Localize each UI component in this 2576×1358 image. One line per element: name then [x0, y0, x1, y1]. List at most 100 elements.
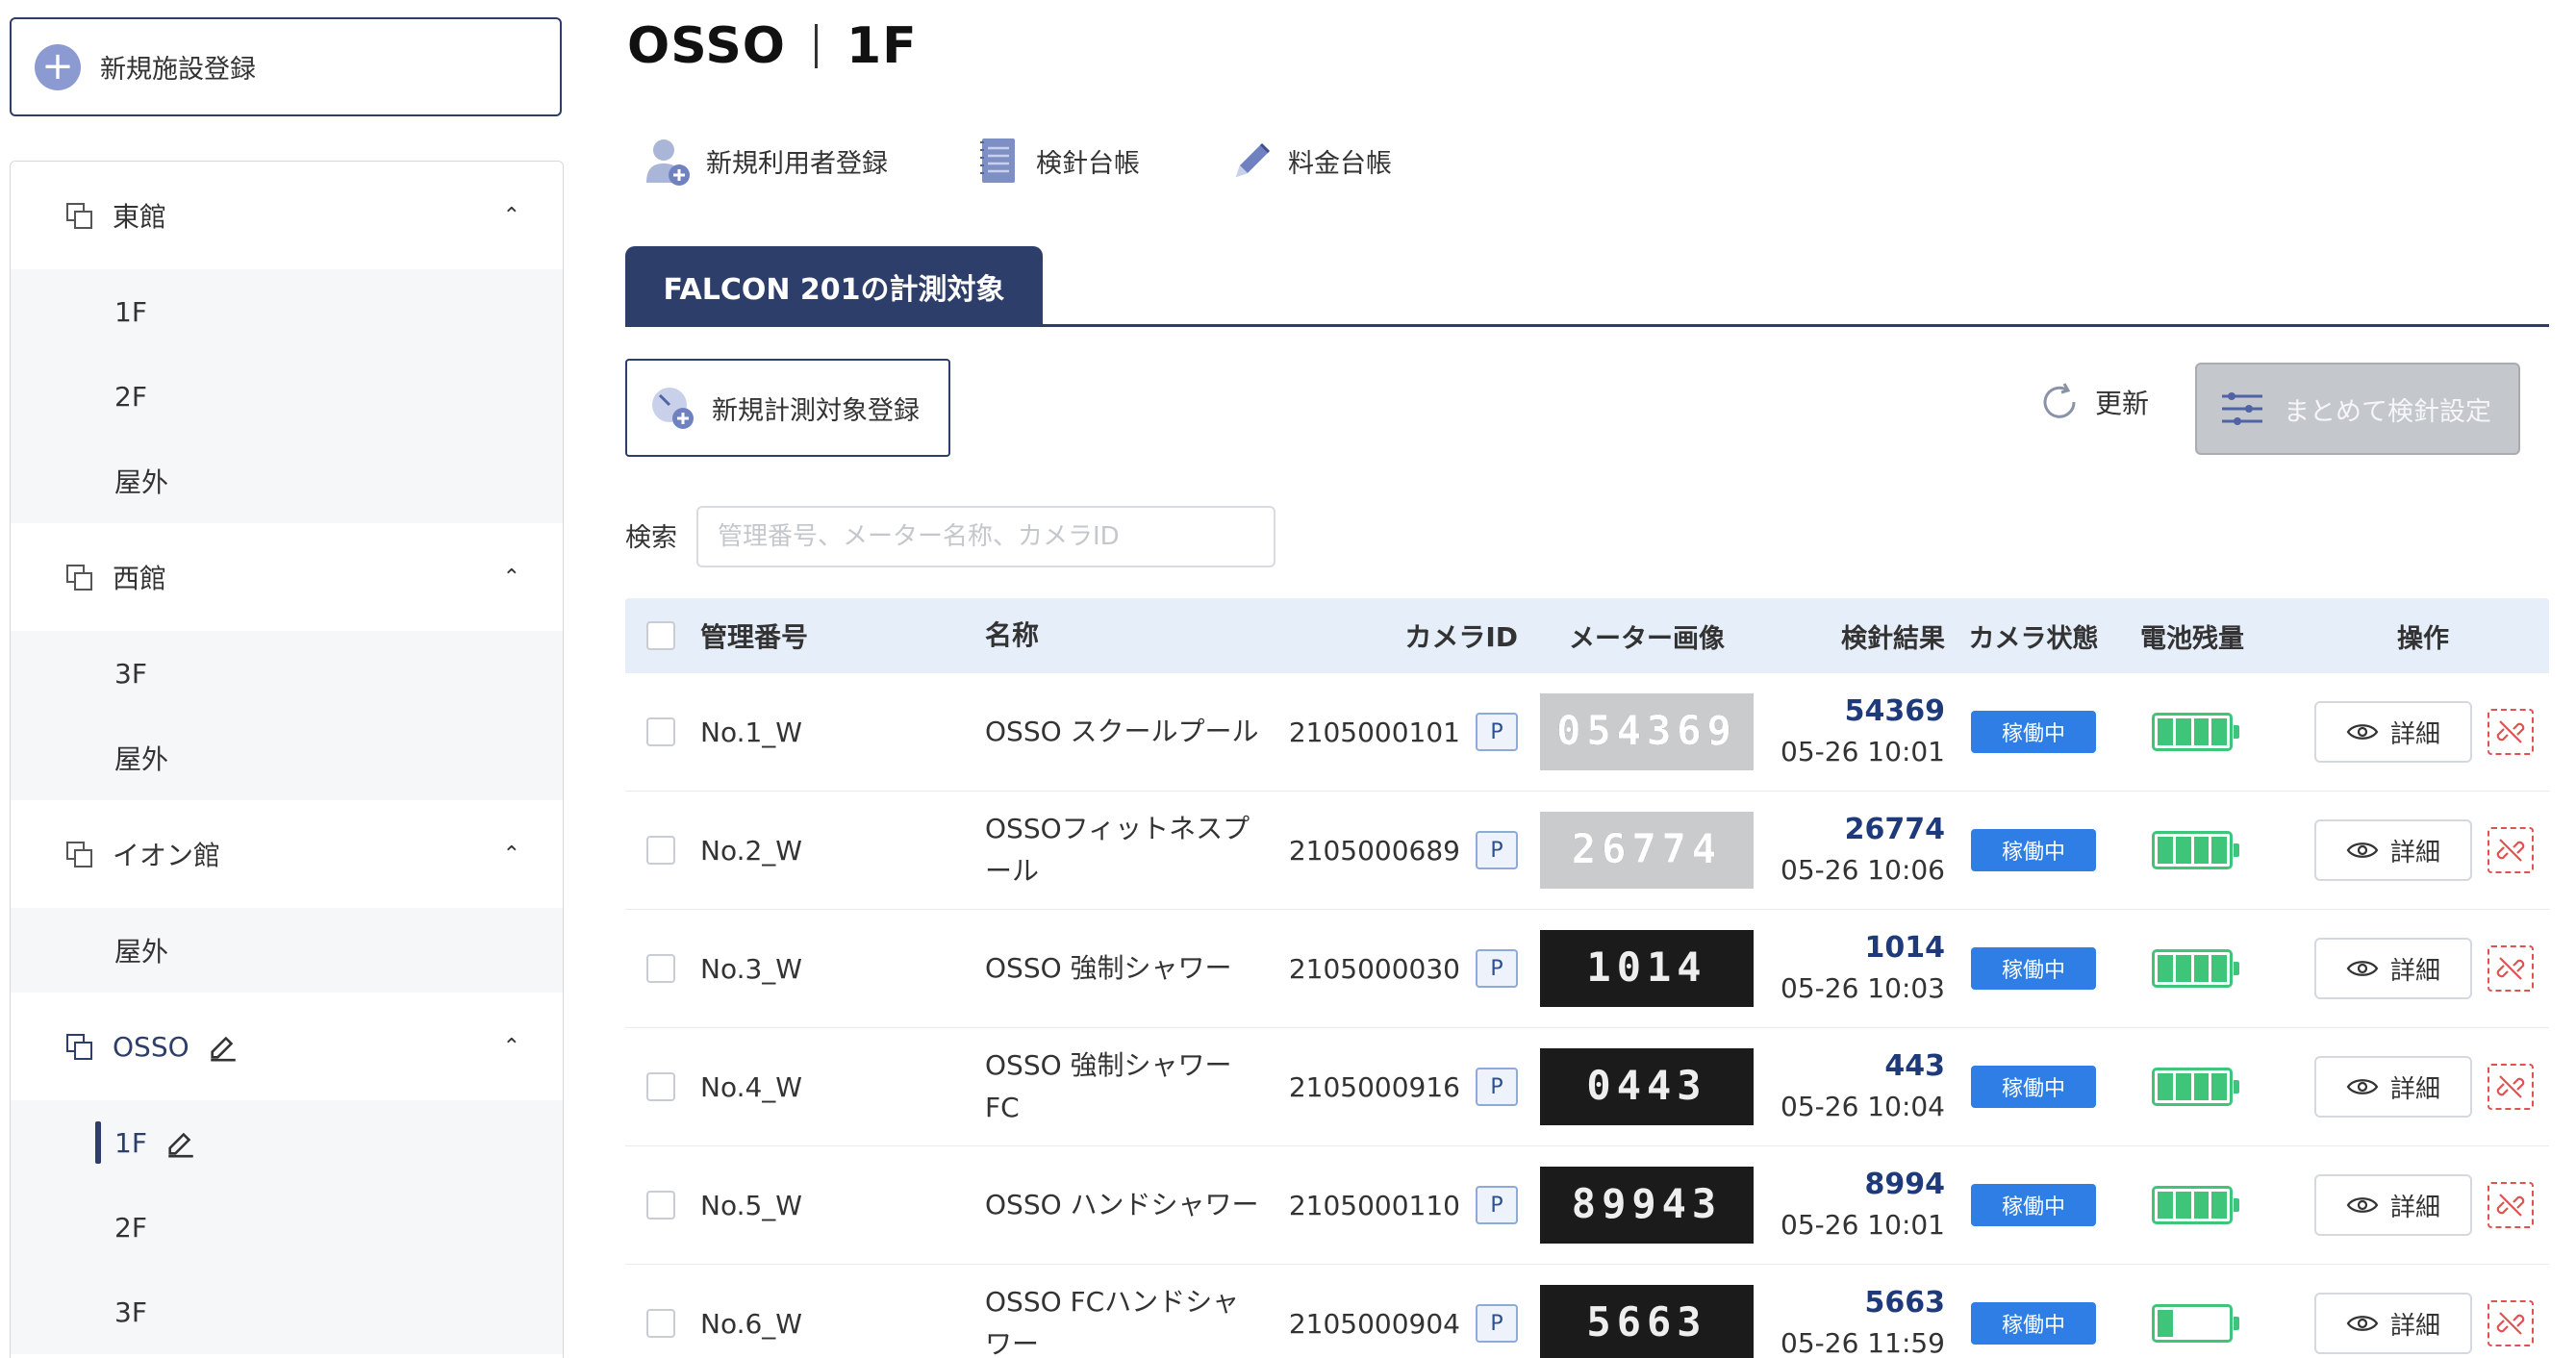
row-checkbox[interactable] [646, 1309, 675, 1338]
meter-image[interactable]: 054369 [1540, 693, 1754, 770]
select-all-checkbox[interactable] [646, 621, 675, 650]
edit-pencil-icon[interactable] [164, 1126, 197, 1159]
reading-value[interactable]: 443 [1760, 1046, 1945, 1087]
tree-item-floor[interactable]: 屋外 [11, 908, 563, 993]
new-target-label: 新規計測対象登録 [712, 395, 920, 426]
column-header: 名称 [985, 619, 1040, 651]
title-divider [814, 24, 818, 68]
page-title: OSSO 1F [627, 17, 918, 75]
tree-item-floor[interactable]: 2F [11, 354, 563, 439]
tree-group-west[interactable]: 西館 ⌃ [11, 523, 563, 631]
refresh-label: 更新 [2095, 388, 2150, 419]
new-user-button[interactable]: 新規利用者登録 [644, 135, 888, 187]
search-input[interactable] [696, 506, 1275, 567]
new-user-label: 新規利用者登録 [706, 148, 888, 179]
tree-item-floor-active[interactable]: 1F [11, 1100, 563, 1185]
chevron-up-icon[interactable]: ⌃ [503, 204, 520, 228]
reading-result: 5663 05-26 11:59 [1760, 1283, 1957, 1358]
reading-value[interactable]: 1014 [1760, 928, 1946, 968]
bulk-meter-settings-button[interactable]: まとめて検針設定 [2195, 363, 2520, 455]
column-header: カメラID [1404, 621, 1518, 653]
new-target-button[interactable]: 新規計測対象登録 [625, 359, 950, 457]
row-checkbox[interactable] [646, 1191, 675, 1220]
detail-button[interactable]: 詳細 [2314, 938, 2472, 999]
row-checkbox[interactable] [646, 717, 675, 746]
reading-result: 8994 05-26 10:01 [1760, 1165, 1957, 1245]
new-facility-button[interactable]: + 新規施設登録 [10, 17, 562, 116]
camera-id-cell: 2105000916 P [1274, 1068, 1533, 1106]
reading-value[interactable]: 54369 [1760, 692, 1945, 732]
operations-cell: 詳細 [2274, 1056, 2534, 1118]
p-badge[interactable]: P [1476, 949, 1518, 988]
detail-button[interactable]: 詳細 [2314, 1056, 2472, 1118]
battery-cell [2110, 949, 2274, 988]
tab-falcon-targets[interactable]: FALCON 201の計測対象 [625, 246, 1043, 327]
reading-value[interactable]: 8994 [1760, 1165, 1946, 1205]
detail-label: 詳細 [2389, 956, 2440, 986]
meter-image[interactable]: 5663 [1540, 1285, 1754, 1358]
tree-item-floor[interactable]: 2F [11, 1185, 563, 1270]
unlink-icon [2496, 839, 2525, 862]
chevron-up-icon[interactable]: ⌃ [503, 1035, 520, 1059]
detail-button[interactable]: 詳細 [2314, 1293, 2472, 1354]
tree-item-floor[interactable]: 屋外 [11, 716, 563, 800]
tree-item-floor[interactable]: 3F [11, 1270, 563, 1354]
tree-item-floor[interactable]: 3F [11, 631, 563, 716]
detail-label: 詳細 [2389, 838, 2440, 868]
camera-id-cell: 2105000101 P [1274, 713, 1533, 751]
unlink-button[interactable] [2488, 1182, 2534, 1228]
p-badge[interactable]: P [1476, 1186, 1518, 1224]
chevron-up-icon[interactable]: ⌃ [503, 566, 520, 590]
detail-button[interactable]: 詳細 [2314, 819, 2472, 881]
unlink-button[interactable] [2488, 827, 2534, 873]
camera-id: 2105000689 [1288, 834, 1460, 867]
p-badge[interactable]: P [1476, 1068, 1518, 1106]
main-content: OSSO 1F 新規利用者登録 検針台帳 料金台帳 FALCON 201の計測対… [625, 0, 2576, 1358]
unlink-button[interactable] [2488, 1300, 2534, 1346]
unlink-icon [2496, 720, 2525, 743]
row-checkbox[interactable] [646, 836, 675, 865]
chevron-up-icon[interactable]: ⌃ [503, 842, 520, 867]
management-number: No.4_W [700, 1070, 802, 1103]
unlink-button[interactable] [2488, 1064, 2534, 1110]
sidebar: + 新規施設登録 東館 ⌃ 1F 2F 屋外 西館 ⌃ 3F 屋外 イオン館 ⌃ [0, 0, 577, 1358]
meter-ledger-button[interactable]: 検針台帳 [974, 135, 1140, 187]
p-badge[interactable]: P [1476, 1304, 1518, 1343]
eye-icon [2346, 1197, 2379, 1213]
p-badge[interactable]: P [1476, 713, 1518, 751]
tree-group-east[interactable]: 東館 ⌃ [11, 162, 563, 269]
camera-id: 2105000916 [1288, 1070, 1460, 1103]
row-checkbox[interactable] [646, 954, 675, 983]
tree-group-aeon[interactable]: イオン館 ⌃ [11, 800, 563, 908]
tree-group-label: イオン館 [113, 840, 221, 871]
reading-value[interactable]: 26774 [1760, 810, 1945, 850]
meter-image[interactable]: 0443 [1540, 1048, 1754, 1125]
refresh-button[interactable]: 更新 [2037, 380, 2149, 424]
unlink-button[interactable] [2488, 945, 2534, 992]
unlink-button[interactable] [2488, 709, 2534, 755]
tree-item-floor[interactable]: 1F [11, 269, 563, 354]
management-number: No.6_W [700, 1307, 802, 1340]
meter-image[interactable]: 1014 [1540, 930, 1754, 1007]
reading-value[interactable]: 5663 [1760, 1283, 1946, 1323]
meter-name: OSSO FCハンドシャワー [985, 1286, 1240, 1358]
tree-item-floor[interactable]: 屋外 [11, 439, 563, 523]
p-badge[interactable]: P [1476, 831, 1518, 869]
camera-status-cell: 稼働中 [1957, 1302, 2110, 1345]
column-header: 電池残量 [2140, 623, 2244, 654]
meter-image[interactable]: 89943 [1540, 1167, 1754, 1244]
table-row: No.2_W OSSOフィットネスプール 2105000689 P 26774 … [625, 792, 2549, 910]
plus-circle-icon: + [35, 43, 81, 90]
detail-button[interactable]: 詳細 [2314, 701, 2472, 763]
tree-group-label: 西館 [113, 563, 167, 594]
edit-pencil-icon[interactable] [207, 1030, 240, 1063]
battery-cell [2110, 831, 2274, 869]
row-checkbox[interactable] [646, 1072, 675, 1101]
meter-image[interactable]: 26774 [1540, 812, 1754, 889]
detail-button[interactable]: 詳細 [2314, 1174, 2472, 1236]
eye-icon [2346, 961, 2379, 976]
meter-ledger-label: 検針台帳 [1036, 148, 1140, 179]
tree-group-osso[interactable]: OSSO ⌃ [11, 993, 563, 1100]
table-row: No.3_W OSSO 強制シャワー 2105000030 P 1014 101… [625, 910, 2549, 1028]
fee-ledger-button[interactable]: 料金台帳 [1226, 135, 1392, 187]
